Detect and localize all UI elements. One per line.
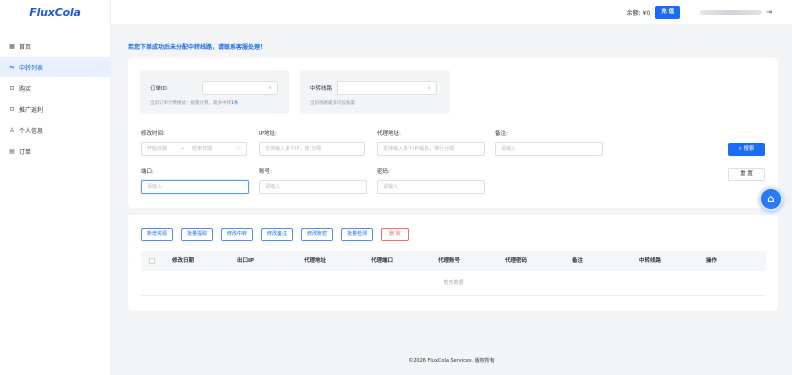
sidebar-item-transit-list[interactable]: ⇋ 中转列表 [0, 57, 110, 77]
action-toolbar: 新增资源 批量提取 修改中转 修改备注 修改账密 批量检测 删 除 [141, 228, 417, 241]
recharge-button[interactable]: 充 值 [655, 5, 681, 19]
sidebar-item-label: 推广返利 [19, 106, 44, 114]
app-logo[interactable]: FluxCola [0, 0, 110, 24]
column-header: 中转线路 [639, 258, 662, 264]
modify-credentials-button[interactable]: 修改账密 [301, 228, 334, 241]
balance-text: 余额: ¥0 [626, 9, 651, 17]
order-id-label: 订单ID [150, 86, 167, 92]
logout-icon[interactable]: ⇥ [766, 8, 772, 16]
transit-line-panel: 中转线路 ∨ 当前线路最多可设备置 [300, 70, 450, 114]
batch-check-button[interactable]: 批量检测 [341, 228, 374, 241]
cart-icon: ⊡ [9, 84, 15, 92]
transit-line-hint: 当前线路最多可设备置 [310, 101, 355, 106]
remark-label: 备注: [495, 131, 508, 137]
transfer-icon: ⇋ [9, 63, 15, 71]
sidebar-item-label: 订单 [19, 148, 32, 156]
chevron-down-icon: ∨ [427, 85, 431, 91]
column-header: 代理端口 [371, 258, 394, 264]
password-input[interactable]: 请输入 [377, 180, 485, 194]
batch-extract-button[interactable]: 批量提取 [181, 228, 214, 241]
sidebar-item-referral[interactable]: ⊡ 推广返利 [0, 99, 110, 119]
arrow-right-icon: → [180, 146, 185, 152]
modify-time-label: 修改时间: [141, 131, 165, 137]
order-id-hint: 当前订单计费模式：按量计费，最多中转1条 [150, 101, 239, 106]
filter-panel: 订单ID ∨ 当前订单计费模式：按量计费，最多中转1条 中转线路 ∨ 当前线路最… [128, 58, 778, 208]
sidebar-item-label: 个人信息 [19, 127, 44, 135]
ip-address-input[interactable]: 支持输入多个IP，按,分隔 [259, 142, 365, 156]
sidebar-nav: ▦ 首页 ⇋ 中转列表 ⊡ 购买 ⊡ 推广返利 ♙ 个人信息 ▤ 订单 [0, 36, 110, 161]
modify-time-range-input[interactable]: 开始日期 → 结束日期 ▭ [141, 142, 247, 156]
end-date-placeholder: 结束日期 [192, 146, 213, 152]
column-header: 代理密码 [505, 258, 528, 264]
proxy-address-label: 代理地址: [377, 131, 401, 137]
account-input[interactable]: 请输入 [259, 180, 367, 194]
order-id-panel: 订单ID ∨ 当前订单计费模式：按量计费，最多中转1条 [140, 70, 289, 114]
delete-button[interactable]: 删 除 [381, 228, 409, 241]
username-blurred[interactable] [700, 9, 763, 15]
sidebar: FluxCola ▦ 首页 ⇋ 中转列表 ⊡ 购买 ⊡ 推广返利 ♙ 个人信息 … [0, 0, 111, 375]
sidebar-item-purchase[interactable]: ⊡ 购买 [0, 78, 110, 98]
column-header: 备注 [572, 258, 584, 264]
footer-copyright: ©2026 FluxCola Services. 版权所有 [408, 358, 495, 364]
sidebar-item-orders[interactable]: ▤ 订单 [0, 141, 110, 161]
add-resource-button[interactable]: 新增资源 [141, 228, 174, 241]
transit-line-label: 中转线路 [310, 86, 333, 92]
password-label: 密码: [377, 169, 390, 175]
order-id-hint-link: 1条 [231, 101, 239, 106]
search-button[interactable]: ⌕ 搜索 [728, 143, 765, 156]
document-icon: ▤ [9, 147, 15, 155]
headset-icon: ⌂ [767, 193, 775, 205]
account-label: 账号: [259, 169, 272, 175]
remark-input[interactable]: 请输入 [495, 142, 603, 156]
notice-text: 若您下单成功后未分配中转线路，请联系客服处理！ [128, 44, 267, 51]
modify-remark-button[interactable]: 修改备注 [261, 228, 294, 241]
grid-icon: ▦ [9, 42, 15, 50]
table-panel: 新增资源 批量提取 修改中转 修改备注 修改账密 批量检测 删 除 修改日期 出… [128, 215, 778, 311]
column-header: 操作 [706, 258, 718, 264]
column-header: 出口IP [237, 258, 255, 264]
start-date-placeholder: 开始日期 [147, 146, 168, 152]
order-id-select[interactable]: ∨ [202, 81, 278, 95]
top-bar: 余额: ¥0 充 值 ⇥ [111, 0, 792, 24]
select-all-checkbox[interactable] [149, 258, 155, 264]
empty-state-text: 暂无数据 [141, 271, 766, 296]
column-header: 修改日期 [172, 258, 195, 264]
sidebar-item-home[interactable]: ▦ 首页 [0, 36, 110, 56]
cart-icon: ⊡ [9, 105, 15, 113]
reset-button[interactable]: 重 置 [728, 168, 765, 181]
modify-transit-button[interactable]: 修改中转 [221, 228, 254, 241]
sidebar-item-label: 中转列表 [19, 64, 44, 72]
table-header: 修改日期 出口IP 代理地址 代理端口 代理账号 代理密码 备注 中转线路 操作 [141, 251, 766, 271]
column-header: 代理账号 [438, 258, 461, 264]
sidebar-item-label: 购买 [19, 85, 32, 93]
customer-support-button[interactable]: ⌂ [759, 187, 783, 211]
sidebar-item-label: 首页 [19, 43, 32, 51]
calendar-icon: ▭ [236, 146, 241, 152]
column-header: 代理地址 [304, 258, 327, 264]
chevron-down-icon: ∨ [268, 85, 272, 91]
port-input[interactable]: 请输入 [141, 180, 249, 194]
ip-address-label: IP地址: [259, 131, 277, 137]
transit-line-select[interactable]: ∨ [337, 81, 437, 95]
proxy-address-input[interactable]: 支持输入多个IP/域名，换行分隔 [377, 142, 485, 156]
port-label: 端口: [141, 169, 154, 175]
user-icon: ♙ [9, 126, 15, 134]
sidebar-item-profile[interactable]: ♙ 个人信息 [0, 120, 110, 140]
